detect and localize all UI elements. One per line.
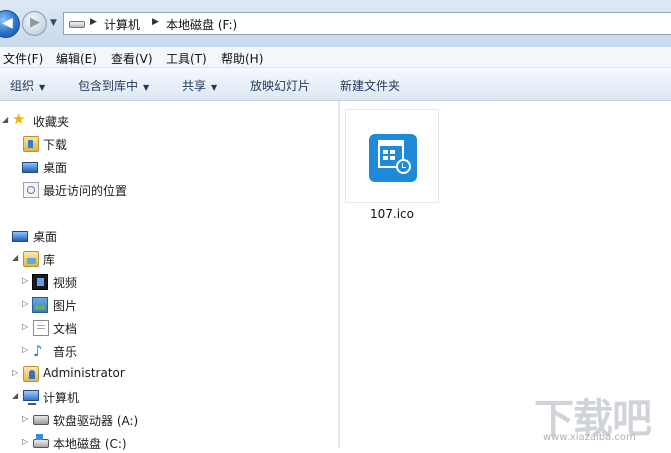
chevron-down-icon: ▼ — [211, 83, 218, 92]
nav-label: 本地磁盘 (C:) — [53, 437, 127, 451]
menu-help[interactable]: 帮助(H) — [221, 50, 263, 67]
nav-label: 桌面 — [33, 230, 58, 244]
watermark-url: www.xiazaiba.com — [543, 432, 636, 443]
collapse-arrow-icon[interactable]: ▷ — [22, 414, 28, 423]
nav-item-documents[interactable]: ▷ 文档 — [0, 318, 300, 338]
nav-item-recent-places[interactable]: 最近访问的位置 — [0, 180, 300, 200]
chevron-right-icon[interactable]: ▶ — [90, 17, 97, 27]
forward-button[interactable]: ▶ — [22, 11, 47, 36]
computer-icon — [23, 390, 39, 405]
nav-label: 音乐 — [53, 345, 78, 359]
nav-libraries[interactable]: ◢ 库 — [0, 249, 300, 269]
collapse-arrow-icon[interactable]: ▷ — [22, 299, 28, 308]
nav-item-desktop-fav[interactable]: 桌面 — [0, 157, 300, 177]
forward-arrow-icon: ▶ — [30, 15, 40, 30]
back-button[interactable]: ◀ — [0, 10, 20, 38]
pictures-icon — [32, 297, 48, 313]
floppy-drive-icon — [33, 415, 49, 425]
new-folder-button[interactable]: 新建文件夹 — [340, 77, 400, 94]
menu-file[interactable]: 文件(F) — [3, 50, 43, 67]
expand-arrow-icon[interactable]: ◢ — [12, 253, 18, 262]
expand-arrow-icon[interactable]: ◢ — [2, 115, 8, 124]
nav-item-music[interactable]: ▷ ♪ 音乐 — [0, 341, 300, 361]
chevron-right-icon[interactable]: ▶ — [152, 17, 159, 27]
nav-label: Administrator — [43, 366, 125, 380]
organize-label: 组织 — [10, 79, 35, 93]
nav-item-local-disk-c[interactable]: ▷ 本地磁盘 (C:) — [0, 433, 300, 453]
nav-user-folder[interactable]: ▷ Administrator — [0, 364, 300, 384]
file-item-107-ico[interactable] — [345, 109, 439, 203]
library-icon — [23, 251, 39, 267]
nav-label: 视频 — [53, 276, 78, 290]
nav-label: 桌面 — [43, 161, 68, 175]
menu-bar: 文件(F) 编辑(E) 查看(V) 工具(T) 帮助(H) — [0, 47, 671, 68]
slideshow-button[interactable]: 放映幻灯片 — [250, 77, 310, 94]
desktop-icon — [22, 162, 38, 173]
collapse-arrow-icon[interactable]: ▷ — [22, 276, 28, 285]
share-button[interactable]: 共享 ▼ — [182, 77, 217, 94]
back-arrow-icon: ◀ — [2, 15, 13, 31]
nav-label: 图片 — [53, 299, 78, 313]
menu-edit[interactable]: 编辑(E) — [56, 50, 97, 67]
star-icon: ★ — [12, 110, 26, 128]
nav-label: 下载 — [43, 138, 68, 152]
include-in-library-button[interactable]: 包含到库中 ▼ — [78, 77, 149, 94]
chevron-down-icon: ▼ — [143, 83, 150, 92]
share-label: 共享 — [182, 79, 207, 93]
user-folder-icon — [23, 366, 39, 382]
video-icon — [32, 274, 48, 290]
nav-item-videos[interactable]: ▷ 视频 — [0, 272, 300, 292]
chevron-down-icon: ▼ — [39, 83, 46, 92]
downloads-folder-icon — [23, 136, 39, 152]
nav-desktop[interactable]: 桌面 — [0, 226, 300, 246]
collapse-arrow-icon[interactable]: ▷ — [22, 437, 28, 446]
desktop-icon — [12, 231, 28, 242]
menu-view[interactable]: 查看(V) — [111, 50, 153, 67]
recent-places-icon — [23, 182, 39, 198]
address-field[interactable]: ▶ 计算机 ▶ 本地磁盘 (F:) — [63, 12, 671, 35]
file-name-label[interactable]: 107.ico — [345, 207, 439, 221]
hard-disk-icon — [33, 434, 49, 448]
nav-label: 库 — [43, 253, 56, 267]
nav-label: 计算机 — [43, 391, 80, 405]
calendar-clock-icon — [369, 134, 417, 182]
clock-icon — [396, 159, 411, 174]
navigation-pane: ◢ ★ 收藏夹 下载 桌面 最近访问的位置 桌面 ◢ 库 ▷ 视频 ▷ 图片 ▷… — [0, 101, 338, 451]
collapse-arrow-icon[interactable]: ▷ — [22, 322, 28, 331]
include-in-library-label: 包含到库中 — [78, 79, 139, 93]
recent-pages-dropdown-icon[interactable]: ▼ — [50, 18, 57, 28]
nav-label: 文档 — [53, 322, 78, 336]
address-bar-area: ◀ ▶ ▼ ▶ 计算机 ▶ 本地磁盘 (F:) — [0, 0, 671, 47]
breadcrumb-computer[interactable]: 计算机 — [104, 16, 140, 33]
nav-item-pictures[interactable]: ▷ 图片 — [0, 295, 300, 315]
music-icon: ♪ — [33, 342, 43, 360]
nav-label: 软盘驱动器 (A:) — [53, 414, 139, 428]
breadcrumb-local-disk-f[interactable]: 本地磁盘 (F:) — [166, 16, 237, 33]
nav-label: 最近访问的位置 — [43, 184, 128, 198]
organize-button[interactable]: 组织 ▼ — [10, 77, 45, 94]
collapse-arrow-icon[interactable]: ▷ — [22, 345, 28, 354]
nav-label: 收藏夹 — [33, 115, 70, 129]
command-toolbar: 组织 ▼ 包含到库中 ▼ 共享 ▼ 放映幻灯片 新建文件夹 — [0, 68, 671, 101]
menu-tools[interactable]: 工具(T) — [166, 50, 207, 67]
nav-favorites[interactable]: ◢ ★ 收藏夹 — [0, 111, 300, 131]
drive-icon — [69, 21, 85, 28]
documents-icon — [33, 320, 49, 336]
nav-item-floppy-drive[interactable]: ▷ 软盘驱动器 (A:) — [0, 410, 300, 430]
collapse-arrow-icon[interactable]: ▷ — [12, 368, 18, 377]
nav-item-downloads[interactable]: 下载 — [0, 134, 300, 154]
expand-arrow-icon[interactable]: ◢ — [12, 391, 18, 400]
nav-computer[interactable]: ◢ 计算机 — [0, 387, 300, 407]
